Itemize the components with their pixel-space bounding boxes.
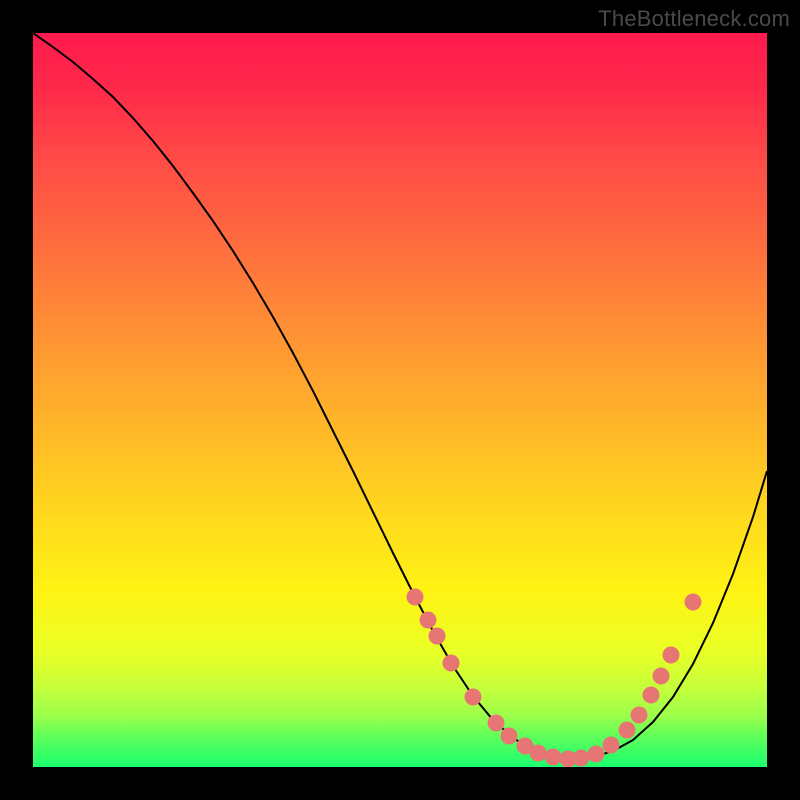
data-dot — [685, 594, 702, 611]
chart-area — [33, 33, 767, 767]
data-dot — [573, 750, 590, 767]
data-dot — [443, 655, 460, 672]
data-dot — [588, 746, 605, 763]
bottleneck-curve — [33, 33, 767, 759]
data-dot — [488, 715, 505, 732]
data-dot — [619, 722, 636, 739]
curve-dots — [407, 589, 702, 768]
data-dot — [603, 737, 620, 754]
data-dot — [545, 749, 562, 766]
watermark-text: TheBottleneck.com — [598, 6, 790, 32]
data-dot — [631, 707, 648, 724]
data-dot — [429, 628, 446, 645]
data-dot — [663, 647, 680, 664]
data-dot — [530, 745, 547, 762]
chart-svg — [33, 33, 767, 767]
data-dot — [465, 689, 482, 706]
data-dot — [643, 687, 660, 704]
data-dot — [407, 589, 424, 606]
data-dot — [653, 668, 670, 685]
data-dot — [501, 728, 518, 745]
data-dot — [420, 612, 437, 629]
